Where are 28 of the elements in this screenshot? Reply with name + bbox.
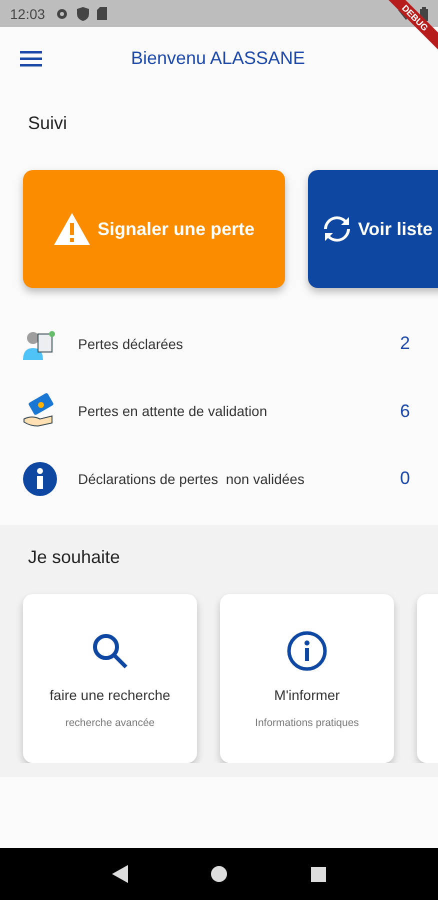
- action-button[interactable]: Voir liste: [308, 170, 438, 288]
- card-title: M'informer: [274, 686, 340, 702]
- card-subtitle: Informations pratiques: [255, 716, 359, 728]
- refresh-icon: [322, 214, 352, 244]
- section-title: Je souhaite: [28, 546, 120, 568]
- option-card[interactable]: faire une recherche recherche avancée: [23, 594, 197, 762]
- recents-icon[interactable]: [311, 866, 326, 882]
- stat-count: 0: [400, 468, 410, 490]
- warning-icon: [53, 212, 92, 246]
- app-title: Bienvenu ALASSANE: [130, 48, 306, 69]
- section-title: Suivi: [28, 113, 68, 134]
- status-time: 12:03: [10, 6, 46, 22]
- stat-label: Déclarations de pertes non validées: [78, 470, 306, 487]
- info-icon: [22, 460, 58, 497]
- stat-count: 6: [400, 400, 410, 422]
- shield-icon: [77, 6, 90, 20]
- menu-icon[interactable]: [20, 50, 42, 66]
- option-card[interactable]: M'informer Informations pratiques: [220, 594, 394, 762]
- gear-icon: [55, 6, 70, 20]
- card-title: faire une recherche: [50, 686, 170, 702]
- stat-count: 2: [400, 333, 410, 354]
- info-icon: [285, 628, 329, 672]
- stat-label: Pertes déclarées: [78, 336, 184, 352]
- home-icon[interactable]: [211, 866, 228, 882]
- stat-label: Pertes en attente de validation: [78, 403, 268, 420]
- sd-card-icon: [97, 7, 108, 20]
- card-subtitle: recherche avancée: [65, 716, 155, 728]
- back-icon[interactable]: [112, 865, 128, 883]
